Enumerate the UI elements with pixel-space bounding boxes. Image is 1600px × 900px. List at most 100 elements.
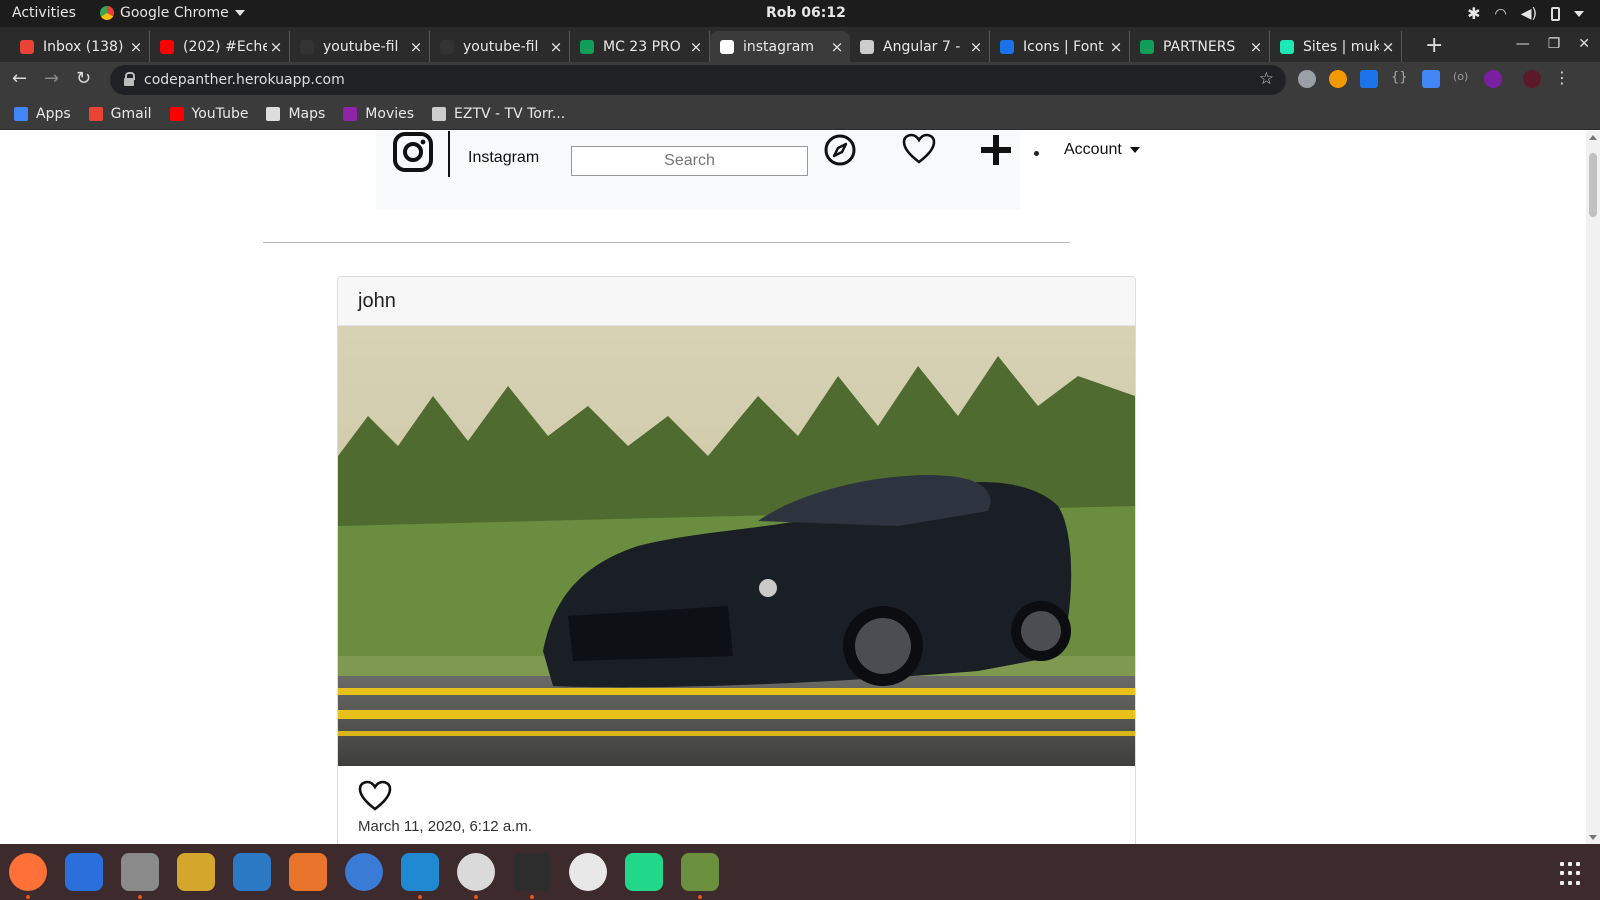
search-input[interactable] [571, 146, 808, 176]
scrollbar-thumb[interactable] [1589, 153, 1597, 217]
tab-5[interactable]: instagram × [710, 31, 850, 62]
rhythmbox-icon[interactable] [177, 853, 215, 891]
app-menu[interactable]: Google Chrome [100, 5, 245, 21]
app-menu-label: Google Chrome [120, 5, 229, 21]
maximize-icon[interactable]: ❐ [1548, 36, 1561, 52]
running-indicator [474, 895, 478, 899]
bookmark-item[interactable]: Maps [266, 106, 325, 122]
clock[interactable]: Rob 06:12 [766, 5, 846, 21]
minimize-icon[interactable]: — [1516, 36, 1530, 52]
files-icon[interactable] [121, 853, 159, 891]
tab-close-icon[interactable]: × [967, 38, 985, 56]
tab-close-icon[interactable]: × [828, 38, 846, 56]
chevron-down-icon [1129, 147, 1140, 153]
tab-3[interactable]: youtube-fil × [430, 31, 570, 62]
tab-close-icon[interactable]: × [1247, 38, 1265, 56]
back-icon[interactable]: ← [12, 68, 27, 89]
bookmark-label: Gmail [110, 105, 152, 122]
extension-icon[interactable] [1484, 70, 1502, 88]
tab-title: Sites | muk [1303, 38, 1379, 55]
software-center-icon[interactable] [289, 853, 327, 891]
bookmark-item[interactable]: YouTube [169, 106, 248, 122]
tab-7[interactable]: Icons | Font × [990, 31, 1130, 62]
account-dropdown[interactable]: Account [1064, 141, 1140, 159]
browser-toolbar: ← → ↻ codepanther.herokuapp.com ☆ {} (o)… [0, 62, 1600, 98]
terminal-icon[interactable] [513, 853, 551, 891]
libreoffice-writer-icon[interactable] [233, 853, 271, 891]
running-indicator [418, 895, 422, 899]
tab-close-icon[interactable]: × [127, 38, 145, 56]
extension-icon[interactable]: {} [1391, 70, 1409, 88]
scroll-down-arrow-icon[interactable] [1589, 835, 1597, 840]
tab-2[interactable]: youtube-fil × [290, 31, 430, 62]
bookmarks-bar: Apps Gmail YouTube Maps Movies EZTV - TV Torr… [0, 98, 1600, 130]
tab-4[interactable]: MC 23 PRO × [570, 31, 710, 62]
tab-title: MC 23 PRO [603, 38, 681, 55]
running-indicator [530, 895, 534, 899]
reload-icon[interactable]: ↻ [76, 68, 91, 89]
text-editor-icon[interactable] [681, 853, 719, 891]
tab-1[interactable]: (202) #Eche × [150, 31, 290, 62]
bookmark-item[interactable]: Apps [14, 106, 71, 122]
explore-compass-icon[interactable] [823, 133, 857, 167]
tab-close-icon[interactable]: × [687, 38, 705, 56]
bookmark-item[interactable]: EZTV - TV Torr... [432, 106, 565, 122]
running-indicator [698, 895, 702, 899]
close-icon[interactable]: ✕ [1578, 36, 1590, 52]
slack-icon[interactable] [569, 853, 607, 891]
show-applications-icon[interactable] [1560, 862, 1584, 886]
menu-kebab-icon[interactable]: ⋮ [1554, 70, 1570, 88]
brand-name[interactable]: Instagram [468, 149, 539, 167]
system-top-bar: Activities Google Chrome Rob 06:12 ✱ ◠ ◀… [0, 0, 1600, 27]
tab-favicon-icon [440, 39, 454, 54]
extension-icon[interactable] [1298, 70, 1316, 88]
bookmark-item[interactable]: Movies [343, 106, 414, 122]
heart-icon[interactable] [902, 133, 936, 165]
tab-strip: Inbox (138) × (202) #Eche × youtube-fil × yout… [0, 27, 1600, 62]
chrome-icon[interactable] [457, 853, 495, 891]
help-icon[interactable] [345, 853, 383, 891]
extension-icon[interactable] [1329, 70, 1347, 88]
translate-icon[interactable] [1422, 70, 1440, 88]
tab-title: Inbox (138) [43, 38, 124, 55]
tab-0[interactable]: Inbox (138) × [10, 31, 150, 62]
pycharm-icon[interactable] [625, 853, 663, 891]
extension-icon[interactable]: (o) [1453, 70, 1471, 88]
tab-8[interactable]: PARTNERS × [1130, 31, 1270, 62]
instagram-logo-icon[interactable] [392, 131, 434, 173]
tab-close-icon[interactable]: × [547, 38, 565, 56]
address-bar[interactable]: codepanther.herokuapp.com ☆ [110, 65, 1286, 95]
forward-icon[interactable]: → [44, 68, 59, 89]
thunderbird-icon[interactable] [65, 853, 103, 891]
post-username[interactable]: john [358, 290, 396, 312]
bookmark-star-icon[interactable]: ☆ [1259, 69, 1274, 89]
chrome-icon [100, 6, 114, 20]
tab-close-icon[interactable]: × [267, 38, 285, 56]
dock [0, 844, 1600, 900]
scroll-up-arrow-icon[interactable] [1589, 135, 1597, 140]
activities-button[interactable]: Activities [12, 5, 76, 21]
tab-6[interactable]: Angular 7 - × [850, 31, 990, 62]
slack-tray-icon: ✱ [1467, 4, 1481, 23]
tab-favicon-icon [20, 39, 34, 54]
add-post-plus-icon[interactable] [981, 135, 1011, 165]
tab-favicon-icon [160, 39, 174, 54]
tab-favicon-icon [720, 39, 734, 54]
system-tray[interactable]: ✱ ◠ ◀) [1467, 4, 1584, 23]
running-indicator [138, 895, 142, 899]
bookmark-favicon-icon [169, 106, 184, 121]
profile-avatar[interactable] [1523, 70, 1541, 88]
page-scrollbar[interactable] [1586, 131, 1600, 844]
tab-close-icon[interactable]: × [1107, 38, 1125, 56]
tab-close-icon[interactable]: × [407, 38, 425, 56]
new-tab-button[interactable]: + [1425, 33, 1443, 58]
bookmark-item[interactable]: Gmail [88, 105, 152, 122]
tab-favicon-icon [580, 39, 594, 54]
tab-close-icon[interactable]: × [1379, 38, 1397, 56]
car-photo-illustration [338, 326, 1135, 766]
like-heart-icon[interactable] [358, 780, 392, 812]
tab-9[interactable]: Sites | muk × [1270, 31, 1402, 62]
extension-icon[interactable] [1360, 70, 1378, 88]
vscode-icon[interactable] [401, 853, 439, 891]
firefox-icon[interactable] [9, 853, 47, 891]
